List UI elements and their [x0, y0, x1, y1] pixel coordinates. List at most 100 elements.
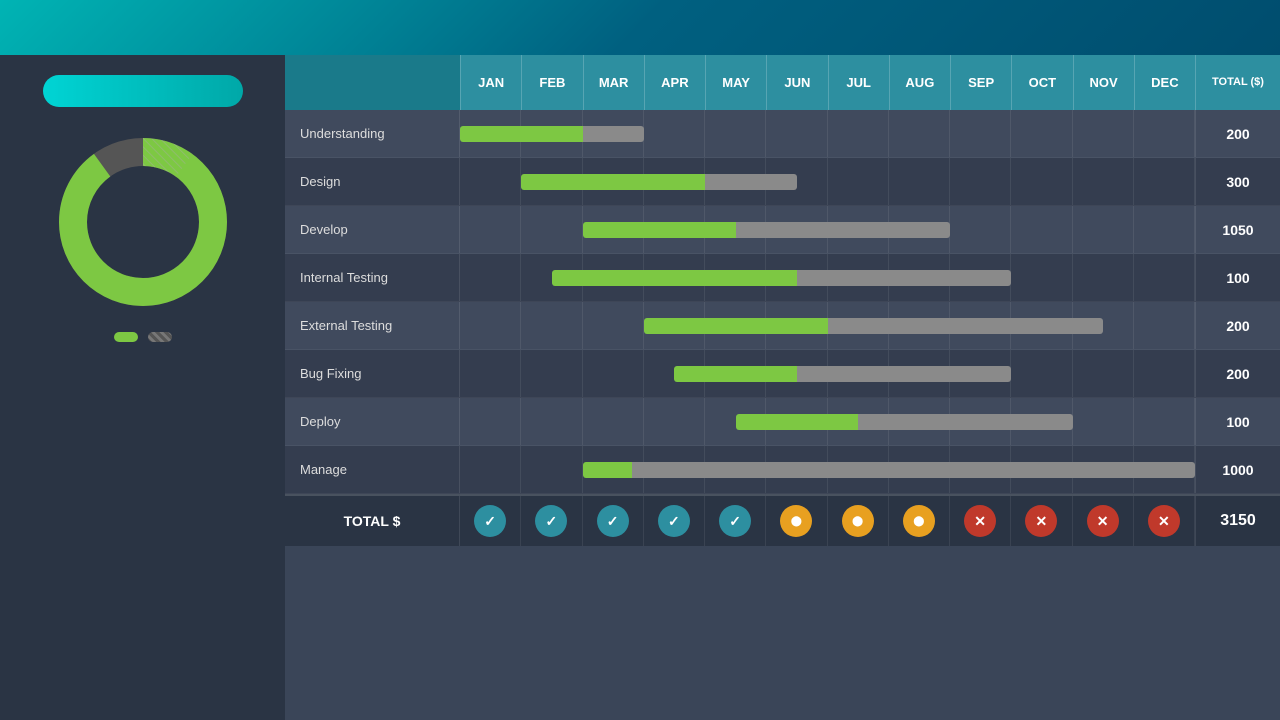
total-icon-cell: ✓ — [521, 496, 582, 546]
month-col — [460, 302, 521, 349]
chart-header: JAN FEB MAR APR MAY JUN JUL AUG SEP OCT … — [285, 55, 1280, 110]
circle-icon: ⬤ — [903, 505, 935, 537]
month-col — [460, 254, 521, 301]
chart-body: Understanding 200 Design 300 Develop 1050Inte… — [285, 110, 1280, 546]
row-label: Develop — [285, 206, 460, 253]
total-icon-cell: ✕ — [1011, 496, 1072, 546]
gantt-bar — [552, 270, 1011, 286]
row-label: Manage — [285, 446, 460, 493]
circle-icon: ⬤ — [842, 505, 874, 537]
check-icon: ✓ — [719, 505, 751, 537]
table-row: Bug Fixing200 — [285, 350, 1280, 398]
x-icon: ✕ — [1025, 505, 1057, 537]
month-col — [1134, 302, 1195, 349]
month-feb: FEB — [521, 55, 582, 110]
month-col — [460, 158, 521, 205]
month-col — [1011, 206, 1072, 253]
total-icon-cell: ✓ — [583, 496, 644, 546]
row-months — [460, 110, 1195, 157]
donut-chart — [53, 132, 233, 312]
month-col — [828, 158, 889, 205]
month-col — [889, 110, 950, 157]
x-icon: ✕ — [964, 505, 996, 537]
top-bar — [0, 0, 1280, 55]
total-icon-cell: ✓ — [460, 496, 521, 546]
table-row: Design 300 — [285, 158, 1280, 206]
row-total: 1000 — [1195, 446, 1280, 493]
month-col — [1134, 350, 1195, 397]
x-icon: ✕ — [1087, 505, 1119, 537]
month-aug: AUG — [889, 55, 950, 110]
check-icon: ✓ — [658, 505, 690, 537]
month-jun: JUN — [766, 55, 827, 110]
month-col — [1073, 110, 1134, 157]
table-row: Develop 1050 — [285, 206, 1280, 254]
total-row-label: TOTAL $ — [285, 496, 460, 546]
check-icon: ✓ — [474, 505, 506, 537]
month-col — [1073, 206, 1134, 253]
month-col — [1011, 254, 1072, 301]
month-col — [1011, 350, 1072, 397]
month-col — [1073, 350, 1134, 397]
row-months — [460, 206, 1195, 253]
month-col — [583, 398, 644, 445]
month-col — [583, 302, 644, 349]
month-mar: MAR — [583, 55, 644, 110]
total-icon-cell: ⬤ — [766, 496, 827, 546]
row-months — [460, 158, 1195, 205]
month-col — [583, 350, 644, 397]
check-icon: ✓ — [535, 505, 567, 537]
gantt-bar — [521, 174, 797, 190]
row-months — [460, 302, 1195, 349]
row-months — [460, 446, 1195, 493]
year-cell — [285, 55, 460, 110]
month-col — [950, 158, 1011, 205]
total-icon-cell: ✕ — [1134, 496, 1195, 546]
month-col — [950, 206, 1011, 253]
row-total: 100 — [1195, 254, 1280, 301]
month-col — [1073, 254, 1134, 301]
month-col — [644, 110, 705, 157]
month-col — [521, 398, 582, 445]
total-icon-cell: ✓ — [705, 496, 766, 546]
x-icon: ✕ — [1148, 505, 1180, 537]
month-nov: NOV — [1073, 55, 1134, 110]
table-row: Internal Testing100 — [285, 254, 1280, 302]
total-icon-cell: ✕ — [950, 496, 1011, 546]
legend-completed — [114, 332, 138, 342]
table-row: Manage 1000 — [285, 446, 1280, 494]
month-col — [705, 110, 766, 157]
legend-pending — [148, 332, 172, 342]
row-total: 200 — [1195, 110, 1280, 157]
month-col — [1011, 110, 1072, 157]
table-row: Deploy 100 — [285, 398, 1280, 446]
row-total: 100 — [1195, 398, 1280, 445]
month-col — [1134, 398, 1195, 445]
main-chart: JAN FEB MAR APR MAY JUN JUL AUG SEP OCT … — [285, 55, 1280, 720]
total-row-total: 3150 — [1195, 496, 1280, 546]
row-total: 1050 — [1195, 206, 1280, 253]
row-label: Deploy — [285, 398, 460, 445]
month-col — [521, 302, 582, 349]
row-label: Design — [285, 158, 460, 205]
row-total: 200 — [1195, 350, 1280, 397]
month-col — [521, 206, 582, 253]
month-col — [521, 350, 582, 397]
row-total: 300 — [1195, 158, 1280, 205]
total-icon-cell: ⬤ — [828, 496, 889, 546]
month-col — [950, 110, 1011, 157]
month-jan: JAN — [460, 55, 521, 110]
gantt-bar — [583, 222, 951, 238]
month-col — [1134, 254, 1195, 301]
gantt-bar — [583, 462, 1196, 478]
total-icon-cell: ✓ — [644, 496, 705, 546]
year-badge — [305, 79, 337, 87]
month-col — [644, 398, 705, 445]
month-dec: DEC — [1134, 55, 1195, 110]
chart-legend — [114, 332, 172, 342]
row-total: 200 — [1195, 302, 1280, 349]
month-col — [1134, 206, 1195, 253]
table-row: External Testing 200 — [285, 302, 1280, 350]
row-label: Understanding — [285, 110, 460, 157]
row-label: External Testing — [285, 302, 460, 349]
